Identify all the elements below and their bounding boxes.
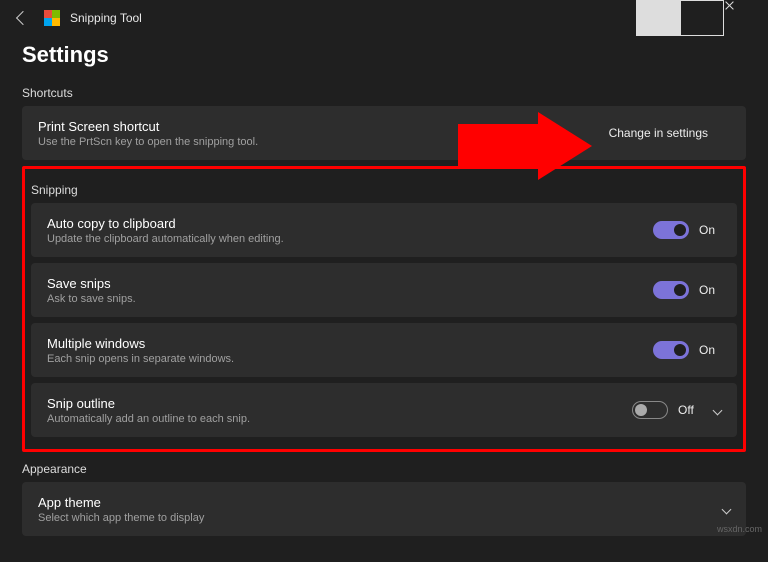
- toggle-knob: [674, 284, 686, 296]
- setting-title: Print Screen shortcut: [38, 119, 609, 134]
- toggle-auto-copy[interactable]: [653, 221, 689, 239]
- minimize-icon: [636, 0, 680, 36]
- toggle-knob: [635, 404, 647, 416]
- app-icon: [44, 10, 60, 26]
- maximize-icon: [680, 0, 724, 36]
- close-icon: [724, 0, 768, 36]
- setting-desc: Use the PrtScn key to open the snipping …: [38, 136, 609, 148]
- content: Settings Shortcuts Print Screen shortcut…: [0, 42, 768, 562]
- setting-title: App theme: [38, 495, 709, 510]
- card-save-snips: Save snips Ask to save snips. On: [31, 263, 737, 317]
- card-auto-copy: Auto copy to clipboard Update the clipbo…: [31, 203, 737, 257]
- card-snip-outline: Snip outline Automatically add an outlin…: [31, 383, 737, 437]
- setting-desc: Each snip opens in separate windows.: [47, 353, 653, 365]
- chevron-down-icon[interactable]: [722, 504, 732, 514]
- highlight-box: Snipping Auto copy to clipboard Update t…: [22, 166, 746, 452]
- card-text: Print Screen shortcut Use the PrtScn key…: [38, 119, 609, 148]
- section-appearance-label: Appearance: [22, 462, 746, 476]
- watermark: wsxdn.com: [717, 524, 762, 534]
- page-heading: Settings: [22, 42, 746, 68]
- toggle-state: On: [699, 283, 721, 297]
- window-controls: [636, 0, 768, 36]
- toggle-state: Off: [678, 403, 700, 417]
- setting-desc: Update the clipboard automatically when …: [47, 233, 653, 245]
- setting-desc: Select which app theme to display: [38, 512, 709, 524]
- toggle-knob: [674, 344, 686, 356]
- section-snipping-label: Snipping: [31, 183, 737, 197]
- toggle-snip-outline[interactable]: [632, 401, 668, 419]
- toggle-save-snips[interactable]: [653, 281, 689, 299]
- back-icon[interactable]: [16, 11, 30, 25]
- minimize-button[interactable]: [636, 0, 680, 36]
- setting-desc: Automatically add an outline to each sni…: [47, 413, 632, 425]
- app-title: Snipping Tool: [70, 11, 142, 25]
- setting-title: Multiple windows: [47, 336, 653, 351]
- card-multiple-windows: Multiple windows Each snip opens in sepa…: [31, 323, 737, 377]
- setting-title: Auto copy to clipboard: [47, 216, 653, 231]
- setting-title: Snip outline: [47, 396, 632, 411]
- toggle-knob: [674, 224, 686, 236]
- close-button[interactable]: [724, 0, 768, 36]
- change-in-settings-link[interactable]: Change in settings: [609, 126, 708, 140]
- maximize-button[interactable]: [680, 0, 724, 36]
- title-bar: Snipping Tool: [0, 0, 768, 36]
- toggle-state: On: [699, 223, 721, 237]
- chevron-down-icon[interactable]: [713, 405, 723, 415]
- card-app-theme[interactable]: App theme Select which app theme to disp…: [22, 482, 746, 536]
- setting-title: Save snips: [47, 276, 653, 291]
- toggle-state: On: [699, 343, 721, 357]
- card-print-screen[interactable]: Print Screen shortcut Use the PrtScn key…: [22, 106, 746, 160]
- section-shortcuts-label: Shortcuts: [22, 86, 746, 100]
- toggle-multiple-windows[interactable]: [653, 341, 689, 359]
- setting-desc: Ask to save snips.: [47, 293, 653, 305]
